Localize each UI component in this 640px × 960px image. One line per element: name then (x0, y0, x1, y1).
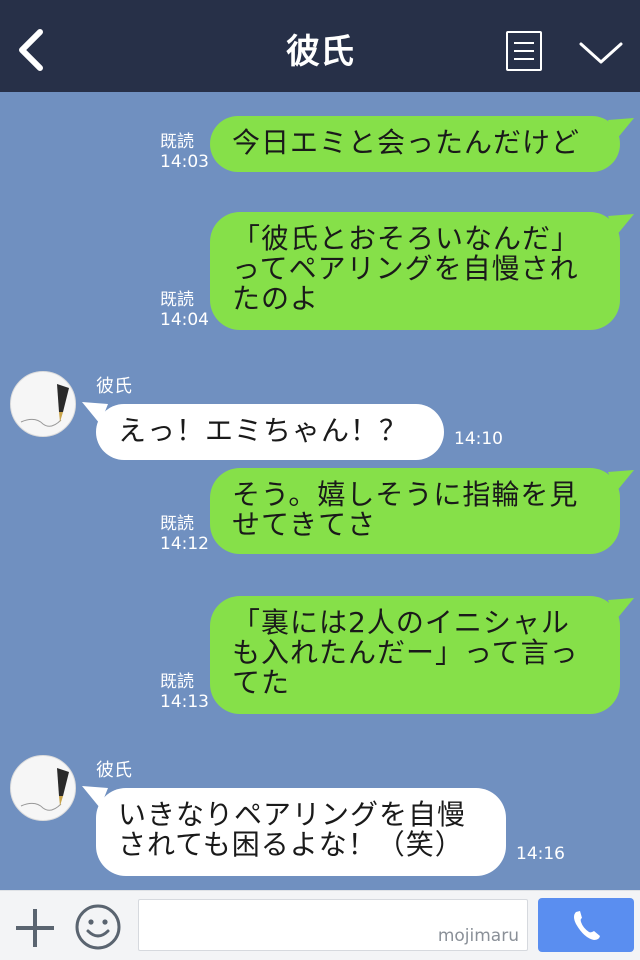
chat-title: 彼氏 (286, 32, 354, 72)
message-bubble-received[interactable]: えっ！エミちゃん！？ (96, 404, 444, 460)
fountain-pen-icon (20, 768, 69, 811)
smiley-icon[interactable] (74, 903, 122, 951)
message-bubble-sent[interactable]: 「彼氏とおそろいなんだ」 ってペアリングを自慢され たのよ (210, 212, 620, 330)
bubble-tail (608, 598, 634, 620)
message-bubble-sent[interactable]: 「裏には2人のイニシャル も入れたんだー」って言っ てた (210, 596, 620, 714)
fountain-pen-icon (20, 384, 69, 427)
call-button[interactable] (538, 898, 634, 952)
chevron-down-icon[interactable] (578, 38, 624, 68)
sender-name: 彼氏 (96, 376, 132, 397)
plus-icon[interactable] (14, 907, 56, 949)
bubble-tail (608, 214, 634, 236)
read-receipt: 既読 14:13 (160, 672, 209, 712)
message-bubble-received[interactable]: いきなりペアリングを自慢 されても困るよな！（笑） (96, 788, 506, 876)
chat-area[interactable]: 既読 14:03 今日エミと会ったんだけど 既読 14:04 「彼氏とおそろいなんだ… (0, 92, 640, 890)
read-receipt: 既読 14:03 (160, 132, 209, 172)
message-time: 14:10 (454, 429, 503, 449)
message-bubble-sent[interactable]: 今日エミと会ったんだけど (210, 116, 620, 172)
read-receipt: 既読 14:12 (160, 514, 209, 554)
bubble-tail (608, 118, 634, 140)
message-input[interactable]: mojimaru (138, 899, 528, 951)
bubble-tail (608, 470, 634, 492)
watermark: mojimaru (437, 926, 519, 946)
phone-icon (574, 911, 600, 940)
list-icon[interactable] (506, 31, 542, 71)
read-receipt: 既読 14:04 (160, 290, 209, 330)
avatar[interactable] (10, 371, 76, 437)
chat-header: 彼氏 (0, 0, 640, 92)
sender-name: 彼氏 (96, 760, 132, 781)
message-bubble-sent[interactable]: そう。嬉しそうに指輪を見 せてきてさ (210, 468, 620, 554)
message-time: 14:16 (516, 844, 565, 864)
avatar[interactable] (10, 755, 76, 821)
input-bar: mojimaru (0, 890, 640, 960)
